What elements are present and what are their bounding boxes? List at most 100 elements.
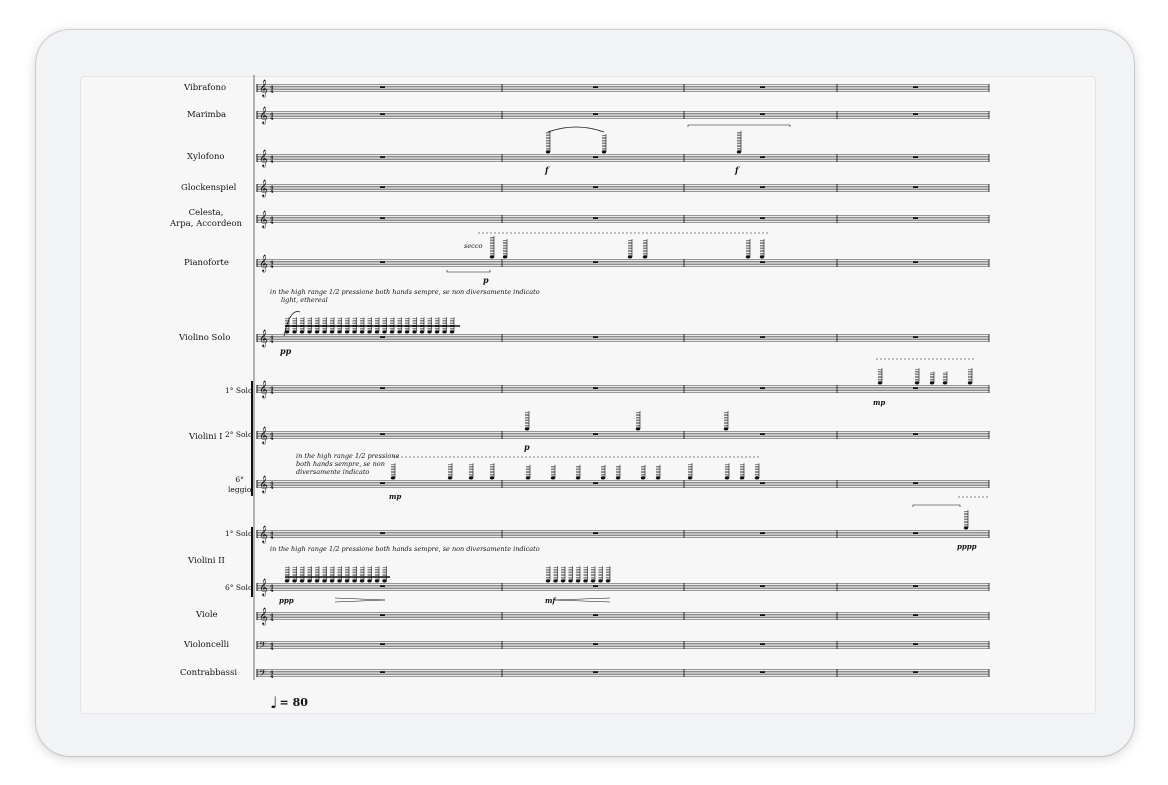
- rest-icon: [380, 86, 385, 88]
- note-head: [427, 330, 432, 334]
- time-signature: 4: [270, 390, 274, 396]
- rest-icon: [760, 433, 765, 435]
- time-signature: 4: [270, 220, 274, 226]
- note-head: [367, 330, 372, 334]
- rest-icon: [913, 671, 918, 673]
- rest-icon: [380, 614, 385, 616]
- rest-icon: [913, 336, 918, 338]
- note-head: [525, 476, 531, 480]
- note-head: [382, 579, 387, 583]
- note-head: [390, 476, 396, 480]
- rest-icon: [760, 86, 765, 88]
- note-head: [337, 330, 342, 334]
- note-head: [352, 579, 357, 583]
- note-head: [434, 330, 440, 334]
- slur: [547, 126, 605, 133]
- note-head: [337, 579, 342, 583]
- note-head: [374, 579, 380, 583]
- note-head: [877, 381, 883, 385]
- rest-icon: [913, 387, 918, 389]
- rest-icon: [380, 186, 385, 188]
- rest-icon: [913, 86, 918, 88]
- note-head: [967, 381, 973, 385]
- note-head: [754, 476, 760, 480]
- time-signature: 4: [270, 189, 274, 195]
- rest-icon: [380, 336, 385, 338]
- treble-clef-icon: 𝄞: [259, 329, 268, 347]
- rest-icon: [593, 261, 598, 263]
- note-head: [640, 476, 646, 480]
- rest-icon: [760, 186, 765, 188]
- note-head: [560, 579, 566, 583]
- note-head: [724, 476, 730, 480]
- time-signature: 4: [270, 116, 274, 122]
- time-signature: 4: [270, 588, 274, 594]
- note-head: [314, 579, 320, 583]
- treble-clef-icon: 𝄞: [259, 426, 268, 444]
- rest-icon: [913, 614, 918, 616]
- note-head: [329, 330, 335, 334]
- note-head: [745, 255, 751, 259]
- note-head: [449, 330, 455, 334]
- tuplet-bracket: [912, 504, 961, 507]
- rest-icon: [913, 186, 918, 188]
- note-head: [329, 579, 335, 583]
- rest-icon: [380, 217, 385, 219]
- note-head: [545, 579, 551, 583]
- tempo-value: = 80: [279, 696, 308, 709]
- note-head: [419, 330, 425, 334]
- quarter-note-icon: ♩: [270, 693, 278, 712]
- note-head: [575, 579, 581, 583]
- time-signature: 4: [270, 264, 274, 270]
- bass-clef-icon: 𝄢: [259, 668, 266, 681]
- treble-clef-icon: 𝄞: [259, 106, 268, 124]
- rest-icon: [380, 113, 385, 115]
- hairpin: [334, 597, 386, 603]
- time-signature: 4: [270, 617, 274, 623]
- rest-icon: [593, 585, 598, 587]
- treble-clef-icon: 𝄞: [259, 607, 268, 625]
- time-signature: 4: [270, 339, 274, 345]
- rest-icon: [380, 643, 385, 645]
- treble-clef-icon: 𝄞: [259, 254, 268, 272]
- note-head: [447, 476, 453, 480]
- rest-icon: [593, 671, 598, 673]
- note-head: [642, 255, 648, 259]
- rest-icon: [913, 261, 918, 263]
- note-head: [307, 579, 312, 583]
- rest-icon: [593, 433, 598, 435]
- note-head: [601, 150, 607, 154]
- rest-icon: [913, 482, 918, 484]
- rest-icon: [593, 113, 598, 115]
- note-head: [524, 427, 530, 431]
- rest-icon: [760, 217, 765, 219]
- note-head: [575, 476, 581, 480]
- note-head: [635, 427, 641, 431]
- note-head: [739, 476, 745, 480]
- note-head: [374, 330, 380, 334]
- note-head: [307, 330, 312, 334]
- note-head: [502, 255, 508, 259]
- rest-icon: [760, 482, 765, 484]
- note-head: [723, 427, 729, 431]
- note-head: [359, 579, 365, 583]
- time-signature: 4: [270, 485, 274, 491]
- note-head: [655, 476, 661, 480]
- note-head: [583, 579, 588, 583]
- hairpin: [554, 597, 611, 603]
- rest-icon: [593, 387, 598, 389]
- time-signature: 4: [270, 535, 274, 541]
- note-head: [590, 579, 596, 583]
- rest-icon: [593, 532, 598, 534]
- note-head: [553, 579, 558, 583]
- time-signature: 4: [270, 436, 274, 442]
- treble-clef-icon: 𝄞: [259, 210, 268, 228]
- note-head: [942, 381, 948, 385]
- rest-icon: [593, 156, 598, 158]
- treble-clef-icon: 𝄞: [259, 475, 268, 493]
- note-head: [615, 476, 621, 480]
- rest-icon: [380, 482, 385, 484]
- rest-icon: [380, 387, 385, 389]
- tempo-marking: ♩ = 80: [270, 693, 308, 712]
- note-head: [550, 476, 556, 480]
